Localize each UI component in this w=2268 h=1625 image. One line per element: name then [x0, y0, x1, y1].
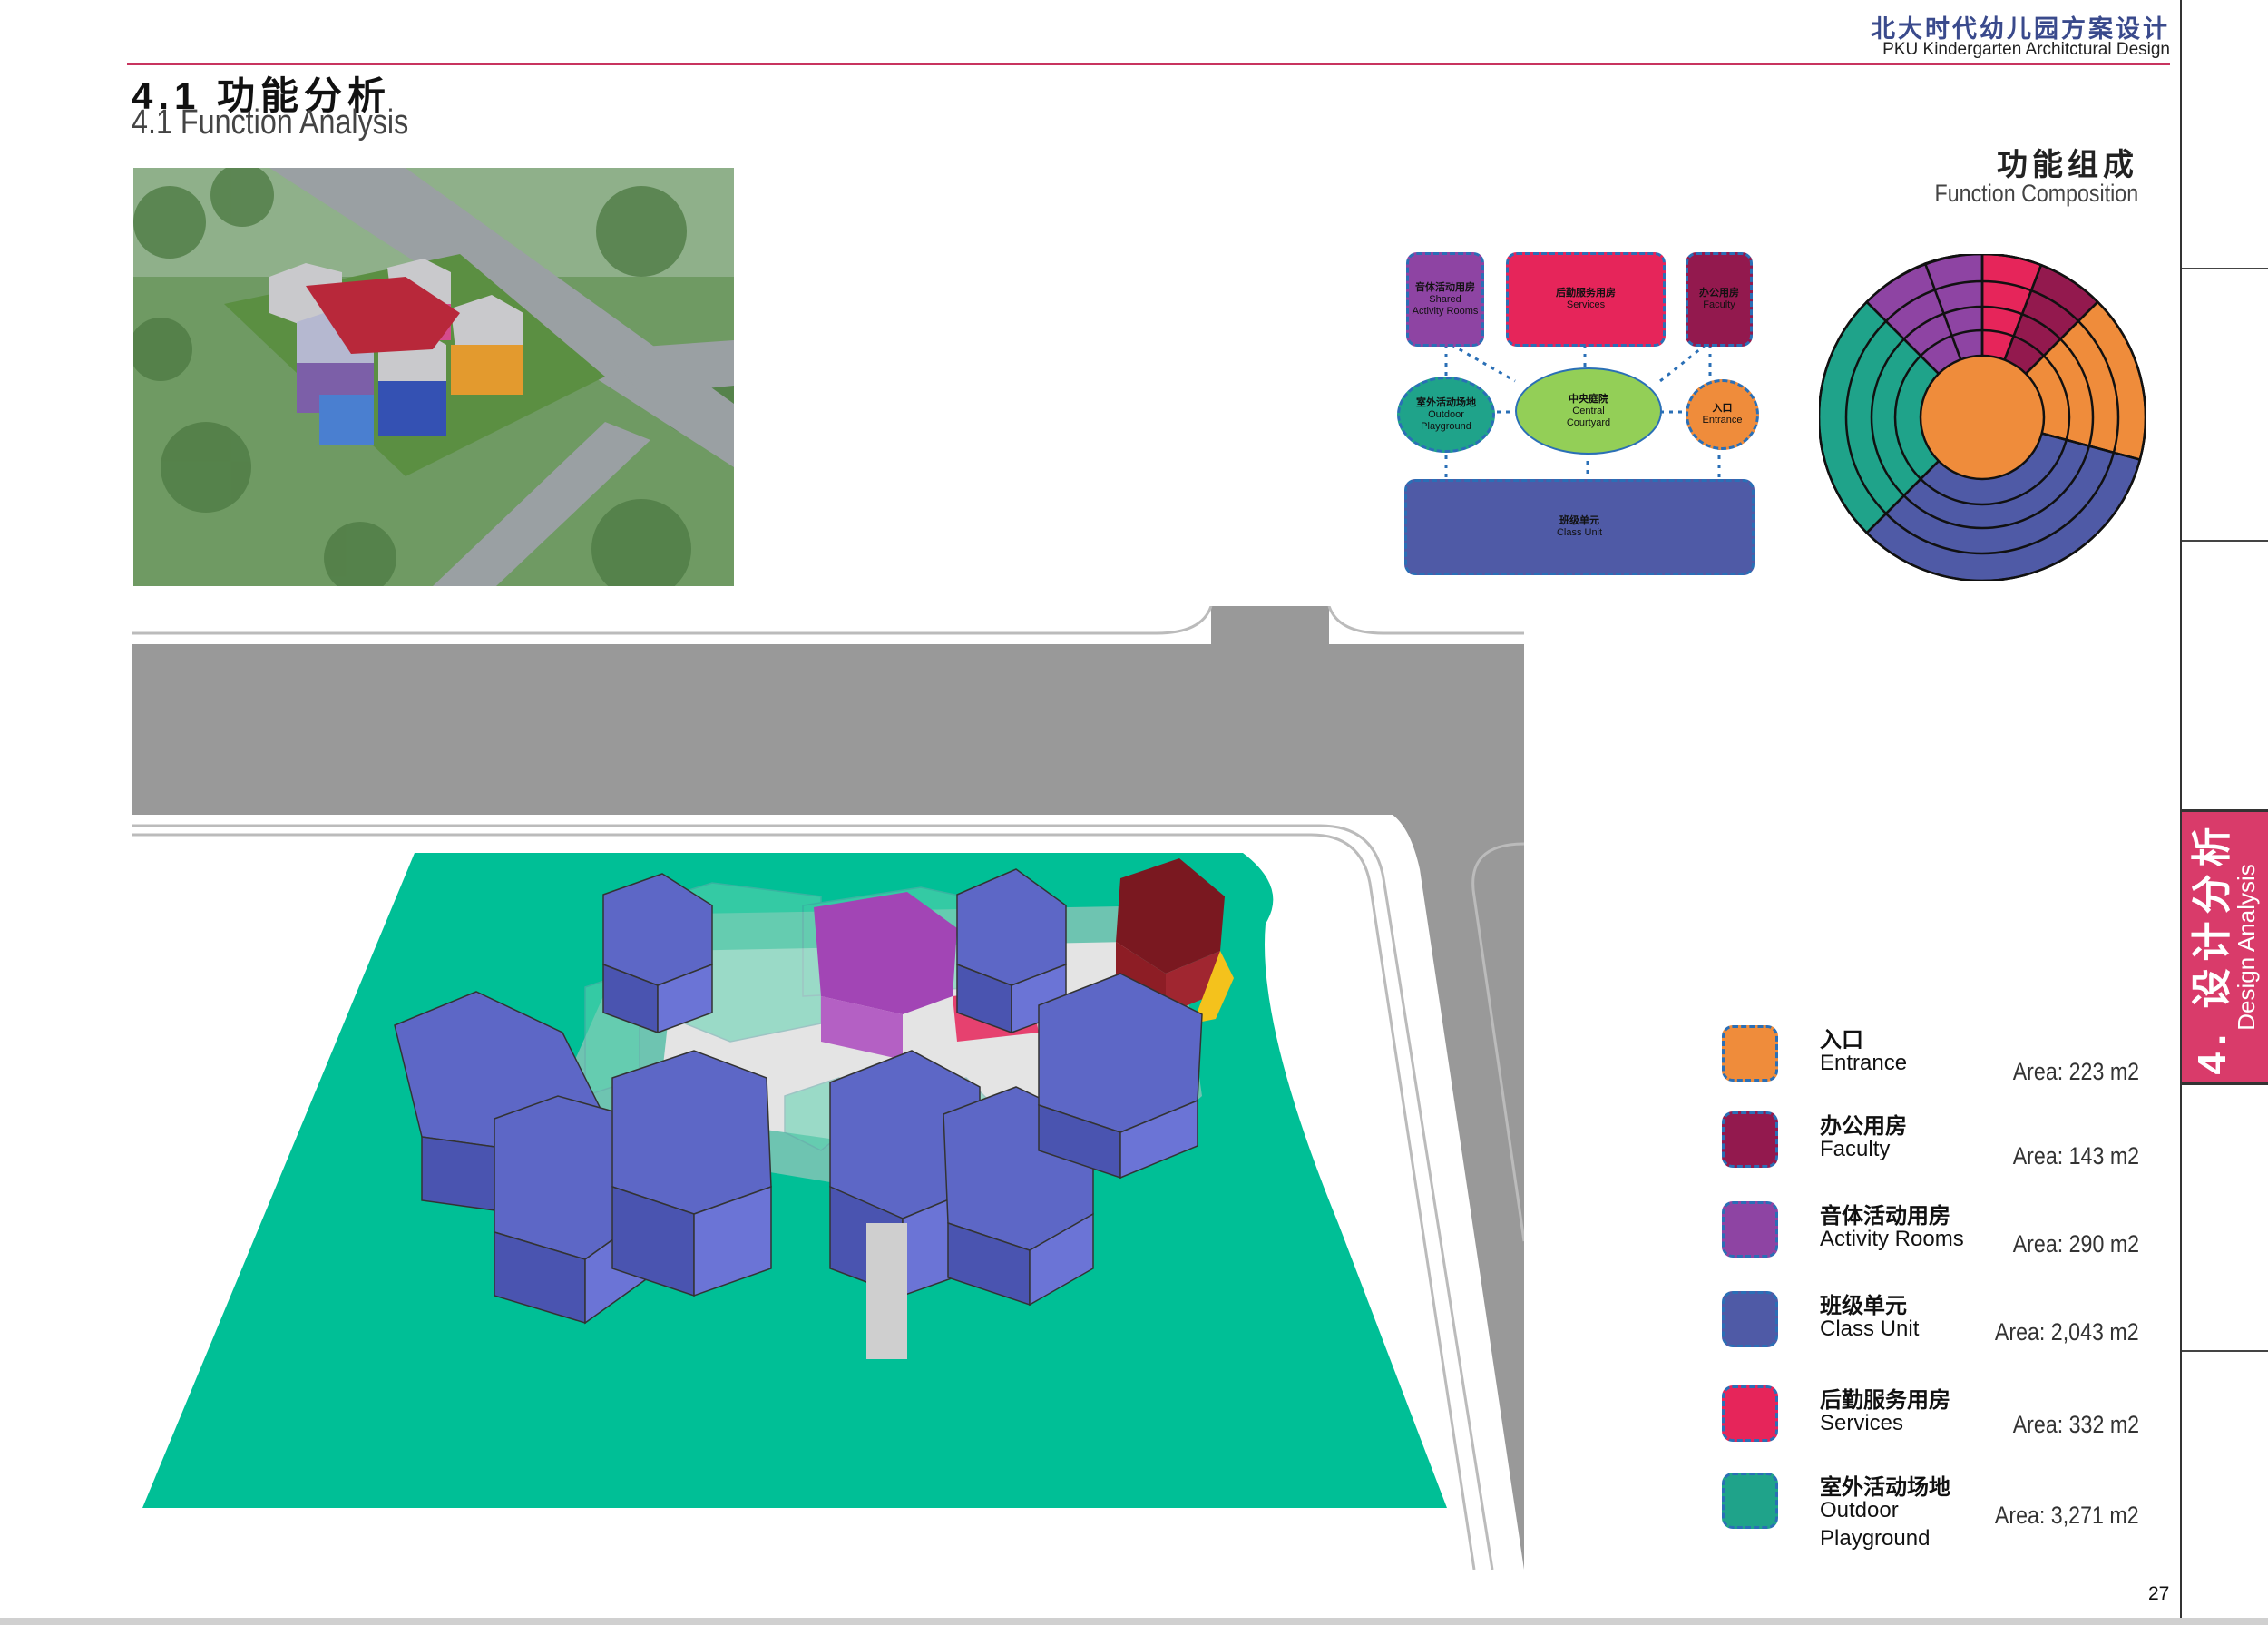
side-tab-label-cn: 4. 设计分析: [2189, 819, 2234, 1075]
side-tab-label-en: Design Analysis: [2232, 864, 2260, 1031]
diagram-node-class-unit: 班级单元 Class Unit: [1404, 479, 1755, 575]
legend-label-en: Activity Rooms: [1820, 1227, 1964, 1251]
legend-label-en: Class Unit: [1820, 1317, 1920, 1341]
legend-swatch: [1722, 1111, 1778, 1168]
legend-label-en: Faculty: [1820, 1137, 1891, 1161]
diagram-node-faculty: 办公用房 Faculty: [1686, 252, 1753, 347]
legend-area: Area: 143 m2: [2012, 1142, 2139, 1170]
legend-swatch: [1722, 1473, 1778, 1529]
section-title-en: 4.1 Function Analysis: [132, 103, 409, 142]
rail-divider: [2182, 1350, 2268, 1352]
diagram-node-entrance: 入口 Entrance: [1686, 379, 1759, 450]
diagram-node-services: 后勤服务用房 Services: [1506, 252, 1666, 347]
site-axonometric-diagram: [132, 606, 1524, 1570]
function-composition-radial: [1819, 254, 2146, 581]
composition-title-cn: 功能组成: [1997, 148, 2138, 182]
legend-label-en: Entrance: [1820, 1051, 1908, 1075]
diagram-node-courtyard: 中央庭院 Central Courtyard: [1515, 367, 1662, 455]
composition-title-en: Function Composition: [1934, 180, 2138, 207]
diagram-node-outdoor: 室外活动场地 Outdoor Playground: [1397, 377, 1495, 453]
header-rule: [127, 63, 2170, 65]
rail-divider: [2182, 540, 2268, 542]
legend-swatch: [1722, 1025, 1778, 1082]
legend-area: Area: 3,271 m2: [1995, 1502, 2139, 1529]
legend-label-en: Services: [1820, 1411, 1904, 1435]
rail-divider: [2182, 268, 2268, 269]
aerial-rendering-image: [133, 168, 734, 586]
legend-area: Area: 2,043 m2: [1995, 1318, 2139, 1346]
legend-swatch: [1722, 1291, 1778, 1347]
project-title-en: PKU Kindergarten Architctural Design: [1882, 40, 2170, 59]
legend-swatch: [1722, 1385, 1778, 1442]
legend-swatch: [1722, 1201, 1778, 1258]
side-tab-design-analysis[interactable]: 4. 设计分析 Design Analysis: [2182, 809, 2268, 1085]
legend-area: Area: 332 m2: [2012, 1411, 2139, 1438]
legend-area: Area: 290 m2: [2012, 1230, 2139, 1258]
legend-label-en: Outdoor Playground: [1820, 1498, 1931, 1551]
bottom-scrollbar[interactable]: [0, 1618, 2268, 1625]
diagram-node-activity: 音体活动用房 Shared Activity Rooms: [1406, 252, 1484, 347]
page-number: 27: [2148, 1583, 2170, 1604]
legend-area: Area: 223 m2: [2012, 1058, 2139, 1085]
